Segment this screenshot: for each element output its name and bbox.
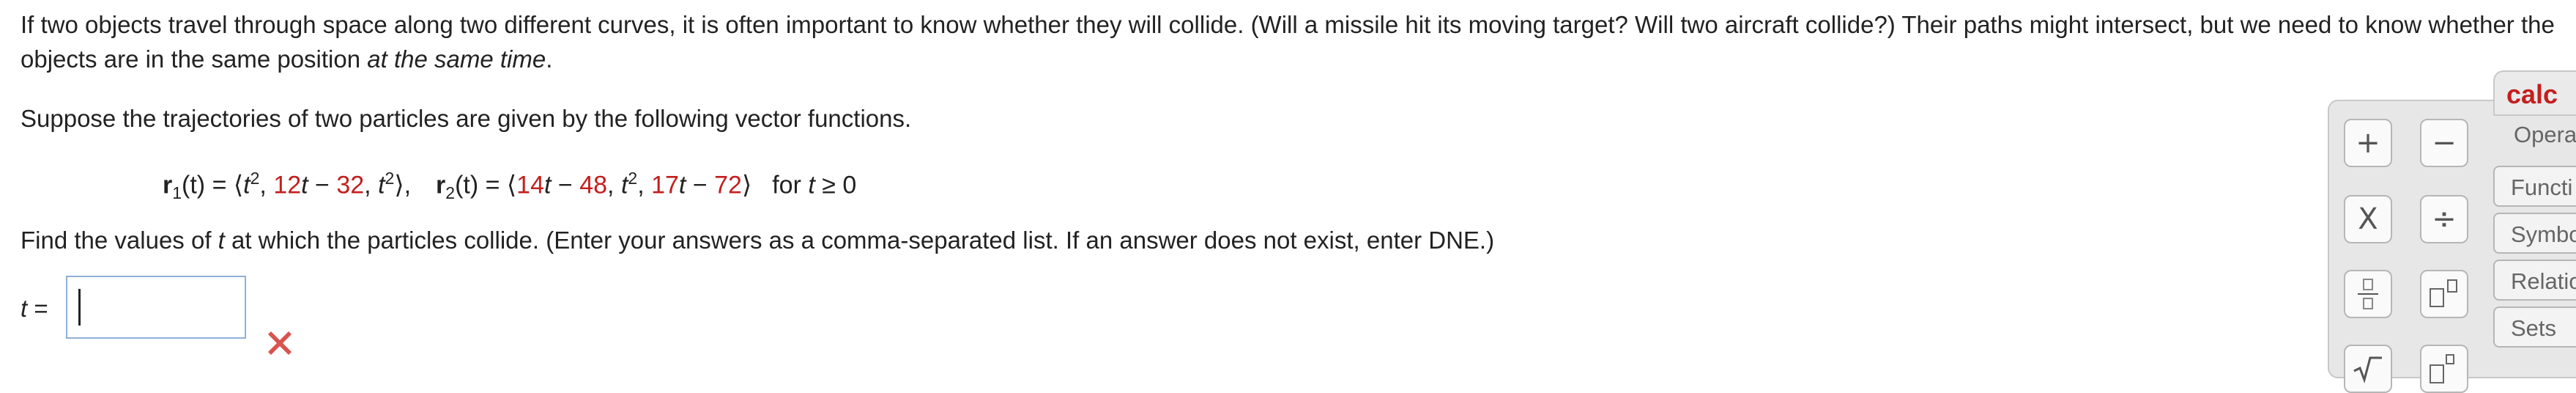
r2-symbol: r [436,171,446,199]
operator: − [308,171,337,199]
intro-paragraph: If two objects travel through space alon… [21,7,2569,76]
sqrt-button[interactable] [2344,345,2392,393]
answer-input[interactable] [66,276,246,339]
r2-arg: (t) = ⟨ [455,171,517,199]
separator: , [607,171,621,199]
exponent-icon [2430,279,2457,307]
tab-relations[interactable]: Relatio [2493,260,2576,301]
r2-coef: 14 [516,171,544,199]
r1-arg: (t) = ⟨ [182,171,244,199]
r1-var: t [301,171,308,199]
r2-close: ⟩ [741,171,752,199]
r1-comp3-exp: 2 [385,169,395,188]
question-text: Find the values of t at which the partic… [21,223,1494,257]
incorrect-x-icon [268,331,292,355]
r1-coef: 12 [273,171,302,199]
r1-subscript: 1 [172,183,182,203]
separator: , [637,171,652,199]
calculator-title: calc [2493,70,2576,116]
domain-var: t [808,171,815,199]
r2-comp2: t [620,171,628,199]
intro-emphasis: at the same time [367,45,546,73]
separator: , [364,171,379,199]
r1-const: 32 [336,171,365,199]
domain-text: for [772,171,809,199]
r2-coef: 17 [651,171,679,199]
times-button[interactable]: X [2344,195,2392,243]
exponent-button[interactable] [2420,270,2468,318]
question-part: Find the values of [21,227,218,254]
r2-const: 48 [579,171,608,199]
plus-button[interactable]: + [2344,119,2392,167]
setup-text: Suppose the trajectories of two particle… [21,105,912,132]
answer-label-equals: = [27,295,48,322]
tab-sets[interactable]: Sets [2493,306,2576,348]
operator: − [686,171,715,199]
answer-label-var: t [21,295,28,322]
operations-label: Opera [2514,122,2576,147]
tab-functions[interactable]: Functi [2493,166,2576,207]
tab-symbols[interactable]: Symbo [2493,213,2576,254]
fraction-button[interactable] [2344,270,2392,318]
intro-end: . [546,45,553,73]
r1-comp1: t [243,171,250,199]
separator: , [259,171,274,199]
r2-var: t [678,171,686,199]
r2-comp2-exp: 2 [628,169,638,188]
r2-const: 72 [714,171,742,199]
r1-comp1-exp: 2 [250,169,260,188]
text-cursor [78,289,81,326]
vector-functions-equation: r1(t) = ⟨t2, 12t − 32, t2⟩, r2(t) = ⟨14t … [163,158,856,213]
minus-button[interactable]: − [2420,119,2468,167]
domain-relation: ≥ 0 [814,171,857,199]
r1-close: ⟩, [394,171,412,199]
nth-root-icon [2430,354,2454,383]
answer-label: t = [21,295,48,323]
nth-root-button[interactable] [2420,345,2468,393]
operator: − [551,171,580,199]
r2-subscript: 2 [445,183,456,203]
sqrt-icon [2353,356,2382,383]
r1-comp3: t [378,171,385,199]
question-part: at which the particles collide. (Enter y… [224,227,1495,254]
fraction-icon [2358,279,2378,309]
r1-symbol: r [163,171,173,199]
divide-button[interactable]: ÷ [2420,195,2468,243]
question-var: t [218,227,225,254]
